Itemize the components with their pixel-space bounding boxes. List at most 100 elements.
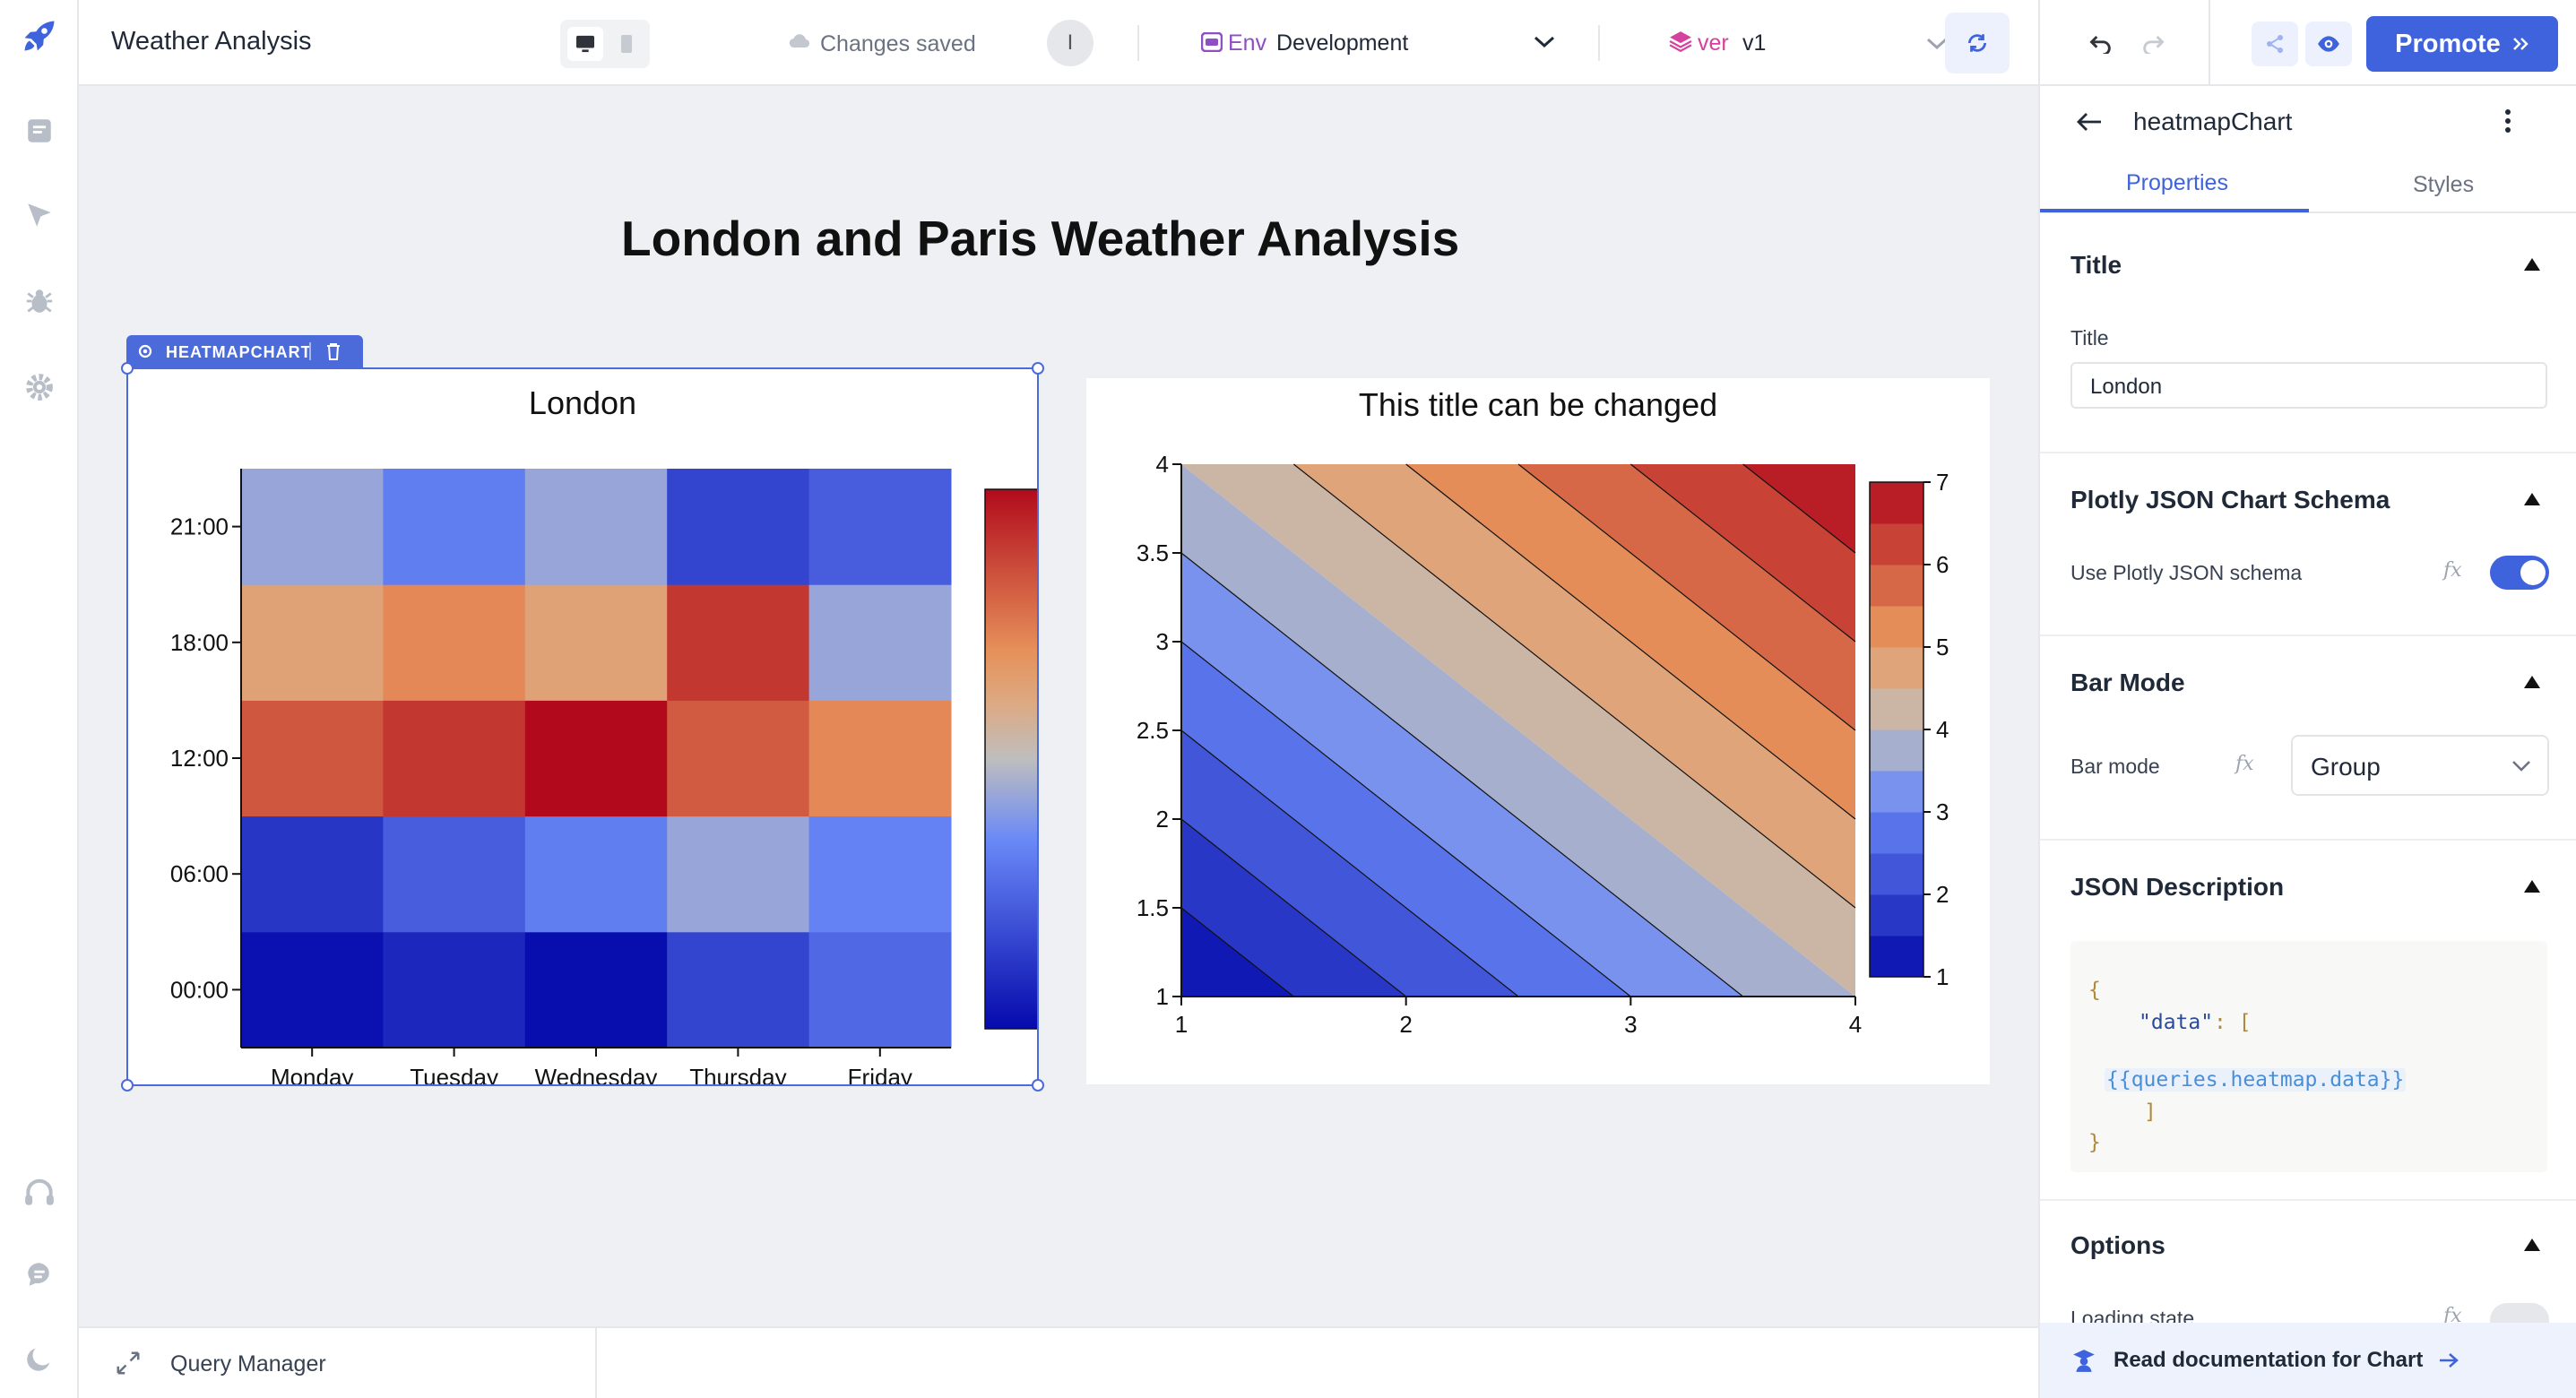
colorbar-segment <box>1870 729 1923 772</box>
fx-icon[interactable]: fx <box>2443 1305 2462 1323</box>
collapse-triangle-icon[interactable] <box>2524 880 2540 893</box>
toolbar-divider-2 <box>1598 25 1600 61</box>
heatmap-cell <box>241 469 384 585</box>
collapse-triangle-icon[interactable] <box>2524 1238 2540 1251</box>
fx-icon[interactable]: fx <box>2235 753 2254 775</box>
settings-gear-icon[interactable] <box>20 367 59 407</box>
contour-chart-widget[interactable]: This title can be changed 1 2 3 4 4 3.5 3 2.5 2 1.… <box>1086 378 1990 1084</box>
x-tick-label: Wednesday <box>535 1064 658 1084</box>
heatmap-cell <box>241 700 384 817</box>
header-divider <box>2209 0 2210 86</box>
editor-canvas[interactable]: London and Paris Weather Analysis HEATMA… <box>79 86 2038 1326</box>
y-tick-label: 21:00 <box>170 513 229 540</box>
left-sidebar <box>0 0 79 1398</box>
preview-eye-icon[interactable] <box>2305 22 2352 66</box>
colorbar-segment <box>1870 688 1923 730</box>
widget-settings-gear-icon[interactable] <box>137 343 153 359</box>
section-title-header[interactable]: Title <box>2070 251 2122 280</box>
env-chevron-down-icon[interactable] <box>1533 34 1556 55</box>
redo-icon[interactable] <box>2140 32 2165 58</box>
env-value[interactable]: Development <box>1276 30 1408 56</box>
heatmap-cell <box>524 469 668 585</box>
colorbar-segment <box>1870 565 1923 607</box>
barmode-select[interactable]: Group <box>2291 735 2549 796</box>
expand-arrows-icon[interactable] <box>115 1350 142 1381</box>
section-divider <box>2040 1199 2576 1201</box>
heatmap-cell <box>383 816 526 933</box>
heatmap-cell <box>383 469 526 585</box>
heatmap-cell <box>667 700 810 817</box>
bottom-divider <box>595 1328 597 1398</box>
desktop-view-icon[interactable] <box>567 27 603 61</box>
section-options-header[interactable]: Options <box>2070 1231 2165 1260</box>
section-barmode-header[interactable]: Bar Mode <box>2070 669 2185 697</box>
debugger-bug-icon[interactable] <box>20 281 59 321</box>
colorbar-tick-label: 4 <box>1936 716 1949 743</box>
x-tick-label: 2 <box>1399 1011 1412 1038</box>
heatmap-cell <box>667 816 810 933</box>
select-chevron-down-icon <box>2512 761 2530 772</box>
tab-styles[interactable]: Styles <box>2413 172 2474 198</box>
resize-handle-top-left[interactable] <box>121 362 134 375</box>
y-tick-label: 2 <box>1156 806 1169 833</box>
widget-tag-label: HEATMAPCHART <box>166 343 312 361</box>
page-title[interactable]: London and Paris Weather Analysis <box>621 210 1607 267</box>
chat-bubble-icon[interactable] <box>20 1255 59 1294</box>
docs-footer[interactable]: Read documentation for Chart <box>2040 1323 2576 1398</box>
tab-properties[interactable]: Properties <box>2126 170 2228 196</box>
json-expression-highlight: {{queries.heatmap.data}} <box>2105 1068 2407 1092</box>
pages-icon[interactable] <box>20 111 59 151</box>
heatmap-cell <box>383 931 526 1048</box>
y-tick-label: 3.5 <box>1137 539 1169 566</box>
rocket-logo-icon[interactable] <box>20 16 59 56</box>
resize-handle-bottom-left[interactable] <box>121 1079 134 1092</box>
section-schema-header[interactable]: Plotly JSON Chart Schema <box>2070 486 2390 514</box>
collapse-triangle-icon[interactable] <box>2524 493 2540 505</box>
section-json-header[interactable]: JSON Description <box>2070 873 2284 902</box>
support-headset-icon[interactable] <box>20 1174 59 1213</box>
arrow-right-icon <box>2440 1353 2459 1368</box>
resize-handle-top-right[interactable] <box>1032 362 1044 375</box>
heatmap-cell <box>808 469 952 585</box>
colorbar-tick-label: 2 <box>1936 881 1949 908</box>
resize-handle-bottom-right[interactable] <box>1032 1079 1044 1092</box>
fx-icon[interactable]: fx <box>2443 559 2462 582</box>
share-icon[interactable] <box>2252 22 2298 66</box>
version-value[interactable]: v1 <box>1742 30 1766 56</box>
colorbar-segment <box>1870 606 1923 648</box>
graduation-student-icon <box>2073 1350 2095 1372</box>
title-input[interactable]: London <box>2070 362 2547 409</box>
inspector-cursor-icon[interactable] <box>20 195 59 235</box>
promote-button[interactable]: Promote <box>2366 16 2558 72</box>
heatmap-cell <box>524 816 668 933</box>
mobile-view-icon[interactable] <box>610 27 643 61</box>
back-arrow-icon[interactable] <box>2076 111 2103 137</box>
widget-selection-tag[interactable]: HEATMAPCHART <box>126 335 363 367</box>
user-avatar[interactable]: I <box>1047 20 1094 66</box>
json-close-brace: } <box>2088 1131 2101 1154</box>
env-icon <box>1200 31 1223 56</box>
docs-link[interactable]: Read documentation for Chart <box>2114 1348 2423 1373</box>
app-title[interactable]: Weather Analysis <box>111 27 312 56</box>
dark-mode-moon-icon[interactable] <box>20 1339 59 1378</box>
delete-trash-icon[interactable] <box>325 342 341 360</box>
tag-divider <box>309 342 311 360</box>
refresh-sync-icon[interactable] <box>1945 13 2010 73</box>
component-name[interactable]: heatmapChart <box>2133 108 2292 136</box>
collapse-triangle-icon[interactable] <box>2524 676 2540 688</box>
y-tick-label: 06:00 <box>170 860 229 887</box>
undo-icon[interactable] <box>2088 32 2114 58</box>
bottom-bar: Query Manager <box>79 1326 2038 1398</box>
x-tick-label: 3 <box>1624 1011 1637 1038</box>
heatmap-chart-widget[interactable]: London Monday Tuesday Wednesday Thursday Frid… <box>121 362 1081 1092</box>
json-editor[interactable]: { "data" : [ {{queries.heatmap.data}} ] … <box>2070 941 2547 1172</box>
colorbar-segment <box>1870 771 1923 813</box>
schema-toggle-label: Use Plotly JSON schema <box>2070 561 2303 584</box>
panel-header: Promote <box>2040 0 2576 86</box>
collapse-triangle-icon[interactable] <box>2524 258 2540 271</box>
query-manager-label[interactable]: Query Manager <box>170 1351 326 1377</box>
kebab-menu-icon[interactable] <box>2504 108 2511 139</box>
x-tick-label: Friday <box>848 1064 912 1084</box>
loading-toggle[interactable] <box>2490 1303 2549 1323</box>
